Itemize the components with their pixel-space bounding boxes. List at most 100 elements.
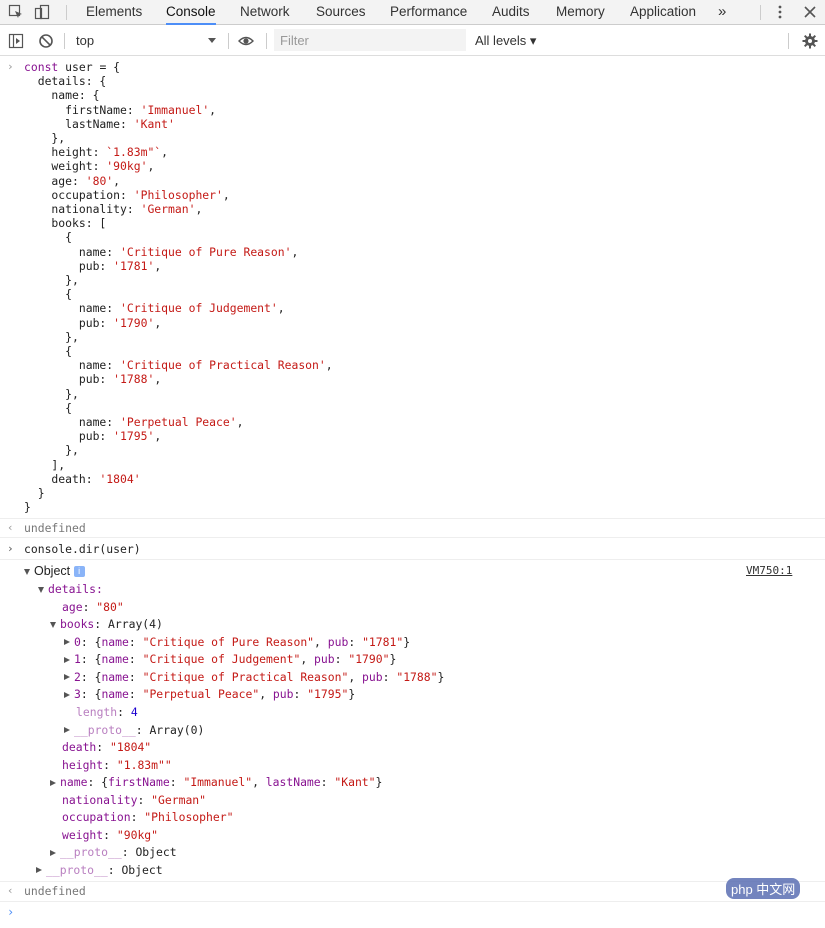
divider: [266, 33, 267, 49]
tree-book-item[interactable]: 2: {name: "Critique of Practical Reason"…: [64, 670, 444, 684]
tree-details[interactable]: details:: [38, 582, 103, 596]
log-levels-dropdown[interactable]: All levels ▾: [475, 33, 536, 49]
row-divider: [0, 518, 825, 519]
tree-prop-occupation: occupation: "Philosopher": [62, 810, 234, 824]
row-divider: [0, 537, 825, 538]
expand-triangle-icon[interactable]: [64, 639, 70, 645]
console-toolbar: top Filter All levels ▾: [0, 25, 825, 56]
divider: [788, 33, 789, 49]
tab-audits[interactable]: Audits: [492, 0, 530, 24]
code-line: ],: [24, 457, 66, 472]
code-line: {: [24, 230, 73, 245]
tree-prop-books[interactable]: books: Array(4): [50, 617, 163, 631]
code-line: },: [24, 386, 79, 401]
row-divider: [0, 901, 825, 902]
context-dropdown-icon[interactable]: [208, 38, 216, 43]
code-line: },: [24, 329, 79, 344]
result-undefined: undefined: [24, 884, 86, 898]
eye-icon[interactable]: [238, 33, 254, 49]
tree-prop-name[interactable]: name: {firstName: "Immanuel", lastName: …: [50, 775, 382, 789]
code-line: pub: '1795',: [24, 429, 162, 444]
code-line: books: [: [24, 216, 107, 231]
kebab-menu-icon[interactable]: [772, 4, 788, 20]
divider: [760, 5, 761, 20]
watermark-logo: php 中文网: [726, 878, 801, 899]
expand-triangle-icon[interactable]: [50, 849, 56, 856]
expand-triangle-icon[interactable]: [64, 691, 70, 698]
source-link-vm750[interactable]: VM750:1: [746, 564, 792, 578]
inspect-element-icon[interactable]: [8, 4, 24, 20]
tab-application[interactable]: Application: [630, 0, 696, 24]
result-arrow-icon: ‹: [7, 521, 14, 534]
tree-prop-death: death: "1804": [62, 740, 152, 754]
divider: [64, 33, 65, 49]
code-line: {: [24, 400, 73, 415]
row-divider: [0, 881, 825, 882]
expand-triangle-icon[interactable]: [24, 568, 30, 575]
expand-triangle-icon[interactable]: [38, 586, 44, 593]
code-line: }: [24, 500, 31, 515]
console-input[interactable]: [24, 904, 704, 920]
code-line: {: [24, 344, 73, 358]
tree-book-item[interactable]: 0: {name: "Critique of Pure Reason", pub…: [64, 635, 410, 649]
expand-triangle-icon[interactable]: [36, 867, 42, 873]
info-badge-icon: i: [73, 566, 85, 578]
expand-triangle-icon[interactable]: [50, 779, 56, 786]
code-line: occupation: 'Philosopher',: [24, 187, 230, 202]
input-prompt-icon: ›: [7, 60, 14, 73]
code-line: name: 'Critique of Judgement',: [24, 301, 285, 316]
code-line: },: [24, 131, 66, 145]
tab-console[interactable]: Console: [166, 0, 216, 25]
tree-prop-age: age: "80": [62, 599, 124, 614]
devtools-tab-bar: Elements Console Network Sources Perform…: [0, 0, 825, 25]
code-line: {: [24, 287, 73, 302]
more-tabs-button[interactable]: »: [718, 0, 726, 24]
code-line: name: 'Perpetual Peace',: [24, 415, 244, 429]
code-line: height: `1.83m"`,: [24, 145, 169, 160]
tree-root-proto[interactable]: __proto__: Object: [36, 863, 163, 877]
tab-sources[interactable]: Sources: [316, 0, 366, 24]
result-arrow-icon: ‹: [7, 884, 14, 897]
filter-input[interactable]: Filter: [280, 33, 309, 48]
tree-book-item[interactable]: 1: {name: "Critique of Judgement", pub: …: [64, 652, 396, 666]
tab-performance[interactable]: Performance: [390, 0, 467, 24]
divider: [66, 5, 67, 20]
tab-elements[interactable]: Elements: [86, 0, 142, 24]
sidebar-toggle-icon[interactable]: [8, 33, 24, 49]
tree-books-proto[interactable]: __proto__: Array(0): [64, 723, 204, 737]
console-output: › const user = { details: { name: { firs…: [0, 56, 825, 928]
tab-network[interactable]: Network: [240, 0, 290, 24]
code-line: },: [24, 273, 79, 287]
expand-triangle-icon[interactable]: [64, 656, 70, 663]
tree-prop-weight: weight: "90kg": [62, 827, 159, 842]
code-line: }: [24, 486, 45, 500]
filter-input-box[interactable]: Filter: [274, 29, 466, 51]
result-undefined: undefined: [24, 521, 86, 535]
code-line: death: '1804': [24, 471, 141, 486]
code-line: weight: '90kg',: [24, 159, 155, 174]
console-prompt-icon: ›: [7, 905, 15, 919]
gear-icon[interactable]: [802, 33, 818, 49]
expand-triangle-icon[interactable]: [64, 674, 70, 681]
expand-triangle-icon[interactable]: [50, 621, 56, 628]
close-icon[interactable]: [802, 4, 818, 20]
tree-root-object[interactable]: Object i: [24, 564, 85, 578]
tree-book-item[interactable]: 3: {name: "Perpetual Peace", pub: "1795"…: [64, 687, 355, 701]
code-line: age: '80',: [24, 173, 121, 188]
expand-triangle-icon[interactable]: [64, 727, 70, 733]
input-prompt-icon: ›: [7, 542, 14, 555]
tab-memory[interactable]: Memory: [556, 0, 605, 24]
context-selector[interactable]: top: [76, 33, 94, 48]
code-line: nationality: 'German',: [24, 202, 203, 216]
code-line: lastName: 'Kant': [24, 116, 175, 131]
code-line: pub: '1781',: [24, 258, 162, 273]
code-line: name: 'Critique of Pure Reason',: [24, 244, 299, 259]
code-line: firstName: 'Immanuel',: [24, 102, 217, 117]
tree-details-proto[interactable]: __proto__: Object: [50, 845, 177, 859]
device-toolbar-icon[interactable]: [34, 4, 50, 20]
code-line: const user = {: [24, 60, 121, 74]
tree-prop-height: height: "1.83m"": [62, 757, 172, 772]
code-line: name: 'Critique of Practical Reason',: [24, 358, 333, 373]
code-line: },: [24, 443, 79, 458]
clear-console-icon[interactable]: [38, 33, 54, 49]
